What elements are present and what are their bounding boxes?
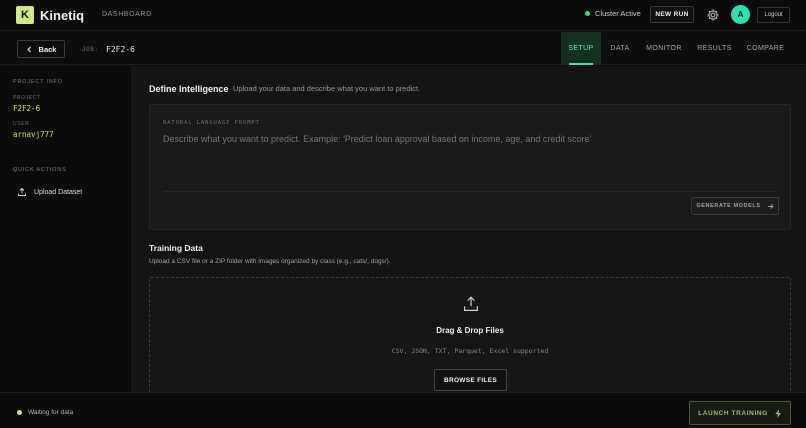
job-label: JOB: bbox=[82, 46, 99, 53]
dropzone-formats: CSV, JSON, TXT, Parquet, Excel supported bbox=[391, 347, 549, 355]
back-label: Back bbox=[38, 44, 57, 54]
new-run-button[interactable]: NEW RUN bbox=[650, 6, 694, 23]
dropzone-title: Drag & Drop Files bbox=[436, 326, 504, 335]
nav-dashboard-link[interactable]: DASHBOARD bbox=[102, 11, 152, 18]
logo[interactable]: K bbox=[16, 6, 34, 24]
job-bar: Back JOB: F2F2-6 SETUP DATA MONITOR RESU… bbox=[0, 32, 806, 65]
cluster-status: Cluster Active bbox=[585, 9, 641, 18]
prompt-input[interactable] bbox=[163, 134, 773, 184]
tab-data[interactable]: DATA bbox=[601, 32, 639, 65]
status-indicator: Waiting for data bbox=[17, 409, 73, 416]
define-intelligence-subtitle: Upload your data and describe what you w… bbox=[233, 84, 421, 93]
training-data-subtitle: Upload a CSV file or a ZIP folder with i… bbox=[149, 258, 391, 265]
tab-compare[interactable]: COMPARE bbox=[740, 32, 791, 65]
status-text: Waiting for data bbox=[28, 409, 74, 416]
footer-bar: Waiting for data LAUNCH TRAINING bbox=[0, 392, 806, 428]
generate-models-button[interactable]: GENERATE MODELS bbox=[691, 197, 779, 215]
job-id: F2F2-6 bbox=[106, 45, 135, 54]
lightning-icon bbox=[775, 408, 781, 418]
sidebar: PROJECT INFO PROJECT F2F2-6 USER arnavj7… bbox=[0, 66, 133, 392]
tab-bar: SETUP DATA MONITOR RESULTS COMPARE bbox=[561, 32, 791, 65]
back-button[interactable]: Back bbox=[17, 40, 65, 58]
project-info-heading: PROJECT INFO bbox=[13, 79, 63, 85]
arrow-right-icon bbox=[767, 203, 774, 209]
generate-models-label: GENERATE MODELS bbox=[696, 203, 761, 209]
upload-icon bbox=[18, 187, 26, 196]
avatar[interactable]: A bbox=[731, 5, 750, 24]
upload-icon bbox=[464, 296, 478, 311]
status-dot-icon bbox=[585, 11, 590, 16]
prompt-label: NATURAL LANGUAGE PROMPT bbox=[163, 120, 260, 126]
divider bbox=[163, 191, 777, 192]
launch-training-label: LAUNCH TRAINING bbox=[698, 409, 768, 417]
gear-icon[interactable] bbox=[706, 8, 720, 22]
launch-training-button[interactable]: LAUNCH TRAINING bbox=[689, 401, 791, 425]
prompt-card: NATURAL LANGUAGE PROMPT GENERATE MODELS bbox=[149, 104, 791, 230]
app-name[interactable]: Kinetiq bbox=[40, 8, 84, 23]
quick-actions-heading: QUICK ACTIONS bbox=[13, 167, 67, 173]
upload-dataset-button[interactable]: Upload Dataset bbox=[17, 187, 82, 197]
cluster-status-label: Cluster Active bbox=[595, 9, 641, 18]
browse-files-button[interactable]: BROWSE FILES bbox=[434, 369, 507, 391]
status-dot-icon bbox=[17, 410, 22, 415]
logout-button[interactable]: Logout bbox=[757, 7, 790, 23]
main-content: Define Intelligence Upload your data and… bbox=[134, 66, 806, 392]
define-intelligence-title: Define Intelligence bbox=[149, 84, 229, 94]
training-data-title: Training Data bbox=[149, 243, 203, 253]
user-value: arnavj777 bbox=[13, 130, 54, 139]
upload-dataset-label: Upload Dataset bbox=[34, 188, 83, 196]
top-bar: K Kinetiq DASHBOARD Cluster Active NEW R… bbox=[0, 0, 806, 31]
tab-results[interactable]: RESULTS bbox=[689, 32, 740, 65]
user-label: USER bbox=[13, 121, 30, 127]
tab-setup[interactable]: SETUP bbox=[561, 32, 601, 65]
file-dropzone[interactable]: Drag & Drop Files CSV, JSON, TXT, Parque… bbox=[149, 277, 791, 392]
project-value: F2F2-6 bbox=[13, 104, 41, 113]
tab-monitor[interactable]: MONITOR bbox=[639, 32, 689, 65]
chevron-left-icon bbox=[26, 46, 31, 52]
project-label: PROJECT bbox=[13, 95, 41, 101]
